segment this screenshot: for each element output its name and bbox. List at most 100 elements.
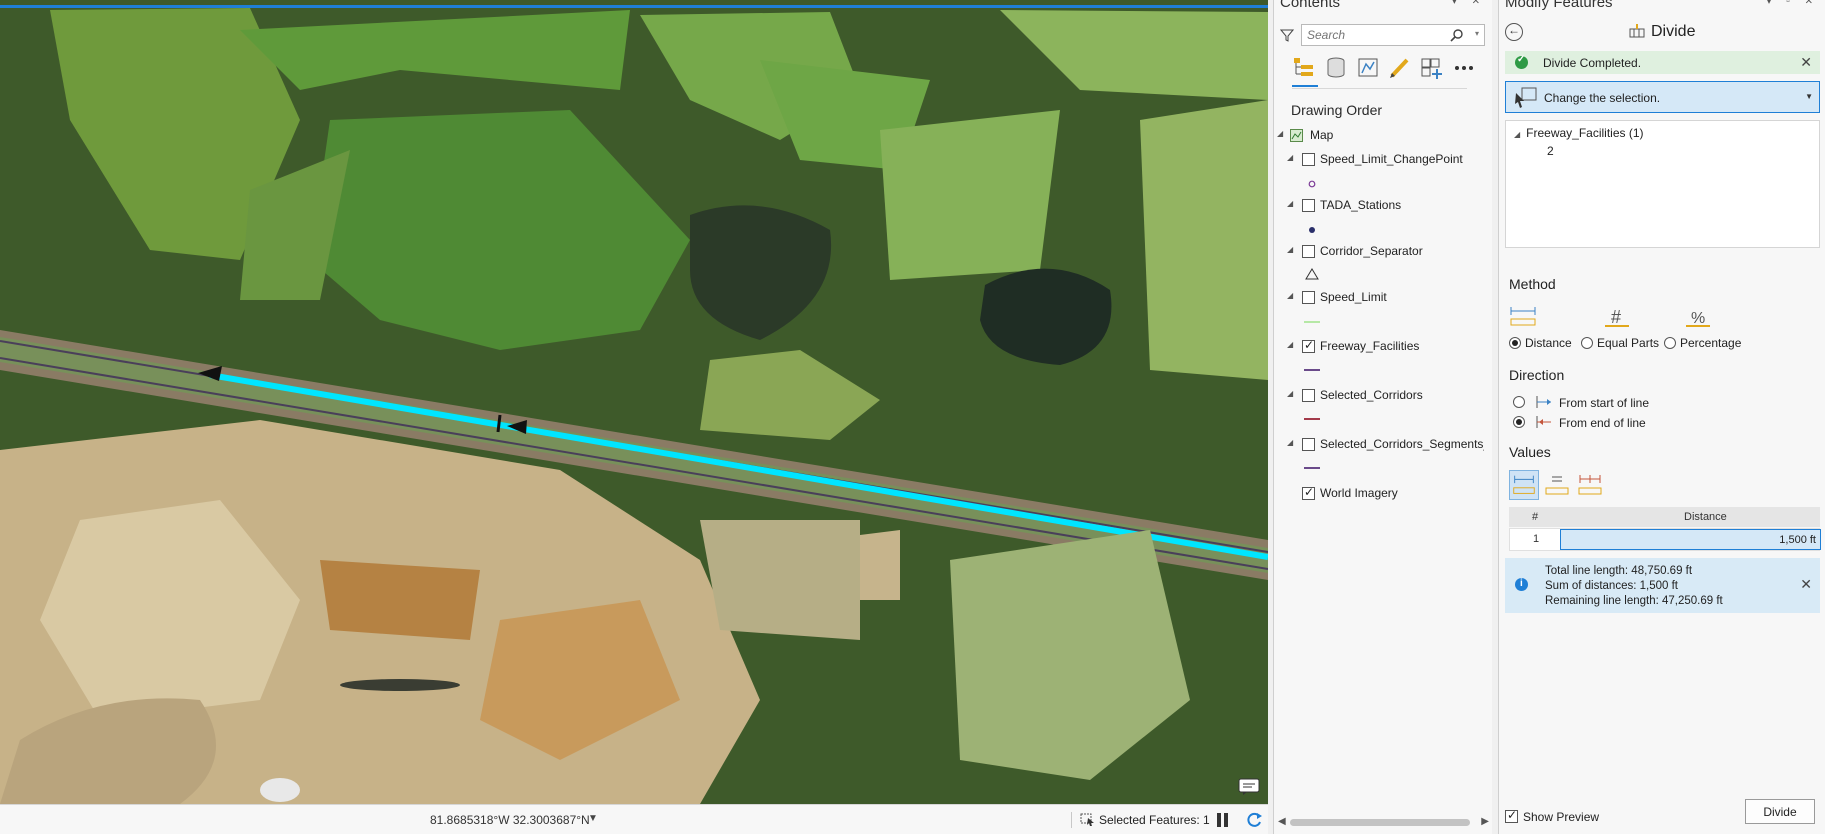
- tool-name: Divide: [1651, 23, 1696, 40]
- layer-item-world-imagery[interactable]: World Imagery: [1274, 484, 1493, 504]
- column-header-distance[interactable]: Distance: [1684, 511, 1727, 523]
- collapse-icon[interactable]: ◢: [1287, 438, 1293, 447]
- svg-text:#: #: [1611, 307, 1621, 327]
- list-by-selection-icon[interactable]: [1356, 55, 1380, 81]
- triangle-symbol-icon: [1305, 268, 1319, 280]
- layer-visibility-checkbox[interactable]: [1302, 153, 1315, 166]
- scroll-left-icon[interactable]: ◀: [1278, 816, 1286, 827]
- from-end-icon: [1536, 416, 1551, 428]
- list-by-drawing-order-icon[interactable]: [1292, 55, 1316, 81]
- direction-radio[interactable]: [1513, 416, 1525, 428]
- collapse-icon[interactable]: ◢: [1287, 340, 1293, 349]
- method-heading: Method: [1509, 276, 1556, 292]
- layer-name: Freeway_Facilities: [1320, 339, 1420, 353]
- toolbar-divider: [1292, 88, 1467, 89]
- layer-visibility-checkbox[interactable]: [1302, 389, 1315, 402]
- layer-item-selected-corridors-segments[interactable]: ◢ Selected_Corridors_Segments_HC: [1274, 435, 1493, 455]
- active-view-indicator: [1292, 85, 1318, 87]
- success-banner: Divide Completed. ✕: [1505, 51, 1820, 74]
- filter-icon[interactable]: [1280, 28, 1294, 42]
- layer-item-freeway-facilities[interactable]: ◢ Freeway_Facilities: [1274, 337, 1493, 357]
- layer-item-speed-limit[interactable]: ◢ Speed_Limit: [1274, 288, 1493, 308]
- single-value-icon[interactable]: [1509, 470, 1539, 500]
- dismiss-banner-button[interactable]: ✕: [1800, 54, 1812, 71]
- satellite-imagery[interactable]: [0, 0, 1268, 804]
- collapse-icon[interactable]: ◢: [1287, 389, 1293, 398]
- layer-visibility-checkbox[interactable]: [1302, 199, 1315, 212]
- pane-options-icon[interactable]: ▾ ✕: [1452, 0, 1486, 7]
- layer-item-tada-stations[interactable]: ◢ TADA_Stations: [1274, 196, 1493, 216]
- change-selection-dropdown[interactable]: Change the selection. ▼: [1505, 81, 1820, 113]
- contents-search[interactable]: ▾: [1301, 24, 1485, 46]
- repeat-value-icon[interactable]: [1542, 470, 1572, 500]
- collapse-icon[interactable]: ◢: [1287, 153, 1293, 162]
- distance-value: 1,500 ft: [1779, 534, 1816, 546]
- distance-method-icon: [1510, 307, 1536, 326]
- feature-tree: ◢ Freeway_Facilities (1) 2: [1505, 120, 1820, 248]
- method-radio[interactable]: [1581, 337, 1593, 349]
- method-radio[interactable]: [1664, 337, 1676, 349]
- layer-item-selected-corridors[interactable]: ◢ Selected_Corridors: [1274, 386, 1493, 406]
- coordinate-format-dropdown[interactable]: ▼: [588, 813, 598, 824]
- back-button[interactable]: [1505, 23, 1523, 41]
- point-symbol-icon: [1308, 180, 1316, 188]
- chevron-down-icon[interactable]: ▼: [1805, 92, 1813, 101]
- map-top-accent: [0, 5, 1268, 8]
- map-view[interactable]: [0, 0, 1268, 804]
- map-icon: [1290, 129, 1303, 142]
- pane-options-icon[interactable]: ▾ ▫ ✕: [1767, 0, 1820, 7]
- list-by-editing-icon[interactable]: [1388, 55, 1412, 81]
- feature-item[interactable]: 2: [1547, 144, 1554, 158]
- refresh-icon[interactable]: [1244, 810, 1264, 830]
- selected-features-count[interactable]: Selected Features: 1: [1099, 813, 1210, 827]
- search-options-icon[interactable]: ▾: [1475, 29, 1479, 38]
- layer-visibility-checkbox[interactable]: [1302, 245, 1315, 258]
- method-percentage[interactable]: % Percentage: [1664, 305, 1744, 355]
- layer-visibility-checkbox[interactable]: [1302, 485, 1315, 500]
- notification-icon[interactable]: [1238, 778, 1260, 796]
- horizontal-scrollbar[interactable]: ◀ ▶: [1274, 815, 1493, 829]
- collapse-icon[interactable]: ◢: [1514, 130, 1520, 139]
- collapse-icon[interactable]: ◢: [1287, 245, 1293, 254]
- layer-item-speed-limit-changepoint[interactable]: ◢ Speed_Limit_ChangePoint: [1274, 150, 1493, 170]
- show-preview-label: Show Preview: [1523, 810, 1600, 824]
- layer-name: Selected_Corridors_Segments_HC: [1320, 437, 1484, 451]
- more-options-icon[interactable]: [1452, 55, 1476, 81]
- layer-visibility-checkbox[interactable]: [1302, 338, 1315, 353]
- layer-item-corridor-separator[interactable]: ◢ Corridor_Separator: [1274, 242, 1493, 262]
- distance-value-cell[interactable]: 1,500 ft: [1560, 529, 1821, 550]
- pause-drawing-icon[interactable]: [1217, 813, 1229, 827]
- direction-label: From end of line: [1559, 416, 1646, 430]
- tool-header: Divide: [1629, 23, 1695, 41]
- dismiss-info-button[interactable]: ✕: [1800, 576, 1812, 593]
- contents-toolbar: [1292, 55, 1487, 89]
- map-node[interactable]: ◢ Map: [1274, 126, 1493, 146]
- method-distance[interactable]: Distance: [1509, 305, 1589, 355]
- scroll-right-icon[interactable]: ▶: [1481, 816, 1489, 827]
- scrollbar-thumb[interactable]: [1290, 819, 1470, 826]
- direction-from-end[interactable]: From end of line: [1513, 414, 1773, 432]
- method-equal-parts[interactable]: # Equal Parts: [1581, 305, 1661, 355]
- collapse-icon[interactable]: ◢: [1287, 199, 1293, 208]
- layer-visibility-checkbox[interactable]: [1302, 291, 1315, 304]
- feature-layer-node[interactable]: ◢ Freeway_Facilities (1): [1514, 126, 1644, 140]
- search-input[interactable]: [1302, 25, 1442, 45]
- divide-button[interactable]: Divide: [1745, 799, 1815, 824]
- divide-tool-icon: [1629, 24, 1645, 38]
- remaining-line-length: Remaining line length: 47,250.69 ft: [1545, 595, 1723, 607]
- list-by-snapping-icon[interactable]: [1420, 55, 1444, 81]
- show-preview-checkbox[interactable]: [1505, 808, 1518, 823]
- map-label: Map: [1310, 128, 1334, 142]
- method-radio[interactable]: [1509, 337, 1521, 349]
- table-row[interactable]: 1 1,500 ft: [1509, 528, 1821, 551]
- multiple-values-icon[interactable]: [1575, 470, 1605, 500]
- search-icon[interactable]: [1450, 28, 1464, 42]
- collapse-icon[interactable]: ◢: [1277, 129, 1283, 138]
- layer-visibility-checkbox[interactable]: [1302, 438, 1315, 451]
- show-preview-toggle[interactable]: Show Preview: [1505, 808, 1705, 826]
- direction-radio[interactable]: [1513, 396, 1525, 408]
- direction-from-start[interactable]: From start of line: [1513, 394, 1773, 412]
- list-by-source-icon[interactable]: [1324, 55, 1348, 81]
- banner-message: Divide Completed.: [1543, 56, 1642, 70]
- collapse-icon[interactable]: ◢: [1287, 291, 1293, 300]
